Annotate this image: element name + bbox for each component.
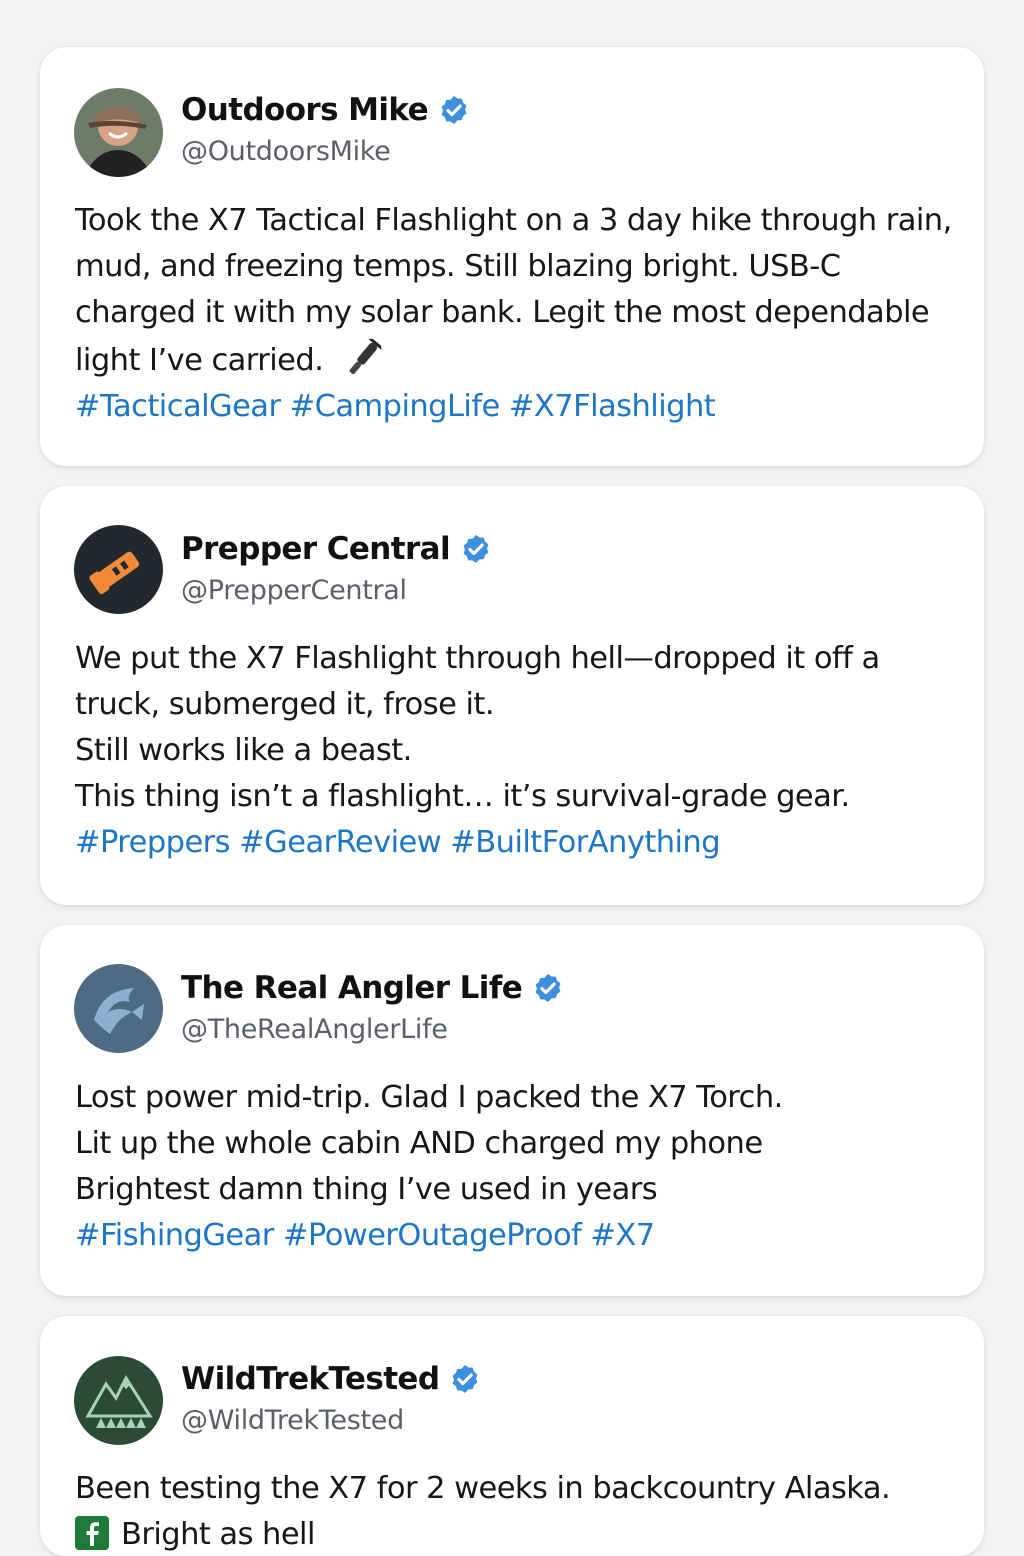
verified-badge-icon	[441, 96, 467, 124]
author-row: WildTrekTested	[181, 1361, 481, 1397]
author-handle[interactable]: @PrepperCentral	[181, 575, 407, 606]
post-text-line: charged it with my solar bank. Legit the…	[75, 295, 930, 330]
post-body: We put the X7 Flashlight through hell—dr…	[75, 636, 962, 866]
fish-logo-avatar	[74, 964, 163, 1053]
author-row: Prepper Central	[181, 531, 492, 567]
author-name[interactable]: Prepper Central	[181, 531, 451, 567]
hashtag-link[interactable]: #X7Flashlight	[509, 389, 716, 424]
avatar[interactable]	[74, 88, 163, 177]
post-text-line: Lit up the whole cabin AND charged my ph…	[75, 1126, 763, 1161]
hashtags: #FishingGear #PowerOutageProof #X7	[75, 1213, 962, 1259]
post-text-line: This thing isn’t a flashlight… it’s surv…	[75, 779, 850, 814]
verified-badge-icon	[535, 974, 561, 1002]
post-text-line: Lost power mid-trip. Glad I packed the X…	[75, 1080, 783, 1115]
author-name[interactable]: Outdoors Mike	[181, 92, 429, 128]
verified-badge-icon	[463, 535, 489, 563]
flashlight-icon	[350, 338, 382, 374]
post-text-line-with-icon: light I’ve carried.	[75, 336, 962, 384]
hashtag-link[interactable]: #Preppers	[75, 825, 231, 860]
author-row: Outdoors Mike	[181, 92, 470, 128]
post-card[interactable]: The Real Angler Life @TheRealAnglerLife …	[40, 925, 984, 1296]
author-handle[interactable]: @WildTrekTested	[181, 1405, 404, 1436]
post-text-line: Still works like a beast.	[75, 733, 412, 768]
hashtags: #TacticalGear #CampingLife #X7Flashlight	[75, 384, 962, 430]
hashtag-link[interactable]: #TacticalGear	[75, 389, 281, 424]
mountains-trees-logo-avatar	[74, 1356, 163, 1445]
avatar[interactable]	[74, 525, 163, 614]
post-card[interactable]: Outdoors Mike @OutdoorsMike Took the X7 …	[40, 47, 984, 466]
person-photo-avatar	[74, 88, 163, 177]
post-card[interactable]: WildTrekTested @WildTrekTested Been test…	[40, 1316, 984, 1556]
flashlight-logo-avatar	[74, 525, 163, 614]
author-name[interactable]: WildTrekTested	[181, 1361, 440, 1397]
post-text-line-with-icon: Bright as hell	[75, 1512, 962, 1556]
hashtag-link[interactable]: #X7	[590, 1218, 655, 1253]
verified-badge-icon	[453, 1365, 478, 1393]
post-card[interactable]: Prepper Central @PrepperCentral We put t…	[40, 486, 984, 905]
facebook-icon	[75, 1516, 109, 1550]
author-row: The Real Angler Life	[181, 970, 564, 1006]
author-handle[interactable]: @TheRealAnglerLife	[181, 1014, 448, 1045]
post-text-line: truck, submerged it, frose it.	[75, 687, 495, 722]
post-text: Bright as hell	[121, 1517, 315, 1552]
hashtag-link[interactable]: #BuiltForAnything	[450, 825, 720, 860]
author-handle[interactable]: @OutdoorsMike	[181, 136, 391, 167]
post-body: Lost power mid-trip. Glad I packed the X…	[75, 1075, 962, 1259]
post-text-line: mud, and freezing temps. Still blazing b…	[75, 249, 841, 284]
hashtag-link[interactable]: #FishingGear	[75, 1218, 274, 1253]
hashtags: #Preppers #GearReview #BuiltForAnything	[75, 820, 962, 866]
post-body: Took the X7 Tactical Flashlight on a 3 d…	[75, 198, 962, 430]
author-name[interactable]: The Real Angler Life	[181, 970, 523, 1006]
post-body: Been testing the X7 for 2 weeks in backc…	[75, 1466, 962, 1556]
hashtag-link[interactable]: #PowerOutageProof	[283, 1218, 582, 1253]
avatar[interactable]	[74, 964, 163, 1053]
post-text-line: We put the X7 Flashlight through hell—dr…	[75, 641, 880, 676]
hashtag-link[interactable]: #GearReview	[239, 825, 442, 860]
post-text-line: Been testing the X7 for 2 weeks in backc…	[75, 1471, 891, 1506]
post-text-line: Brightest damn thing I’ve used in years	[75, 1172, 658, 1207]
avatar[interactable]	[74, 1356, 163, 1445]
post-text: light I’ve carried.	[75, 343, 324, 378]
post-text-line: Took the X7 Tactical Flashlight on a 3 d…	[75, 203, 952, 238]
hashtag-link[interactable]: #CampingLife	[290, 389, 501, 424]
